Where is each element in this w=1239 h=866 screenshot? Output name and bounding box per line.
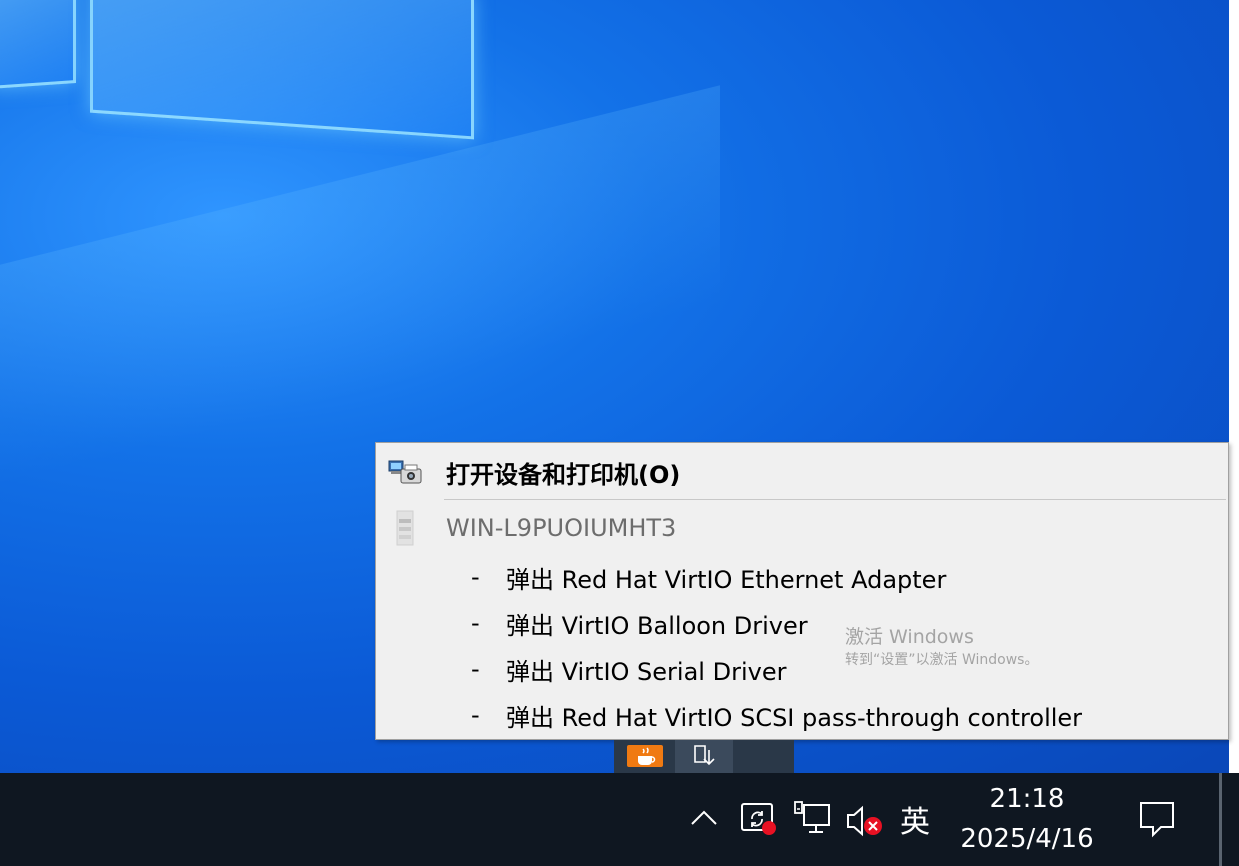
show-desktop-button[interactable] bbox=[1219, 773, 1222, 866]
eject-serial-label: 弹出 VirtIO Serial Driver bbox=[506, 657, 787, 686]
devices-printers-icon bbox=[376, 451, 434, 493]
open-devices-label: 打开设备和打印机(O) bbox=[446, 460, 681, 489]
sync-error-icon[interactable] bbox=[738, 798, 780, 840]
eject-scsi-controller-item[interactable]: - 弹出 Red Hat VirtIO SCSI pass-through co… bbox=[376, 694, 1228, 736]
eject-ethernet-label: 弹出 Red Hat VirtIO Ethernet Adapter bbox=[506, 565, 947, 594]
network-icon[interactable] bbox=[792, 800, 832, 838]
eject-scsi-label: 弹出 Red Hat VirtIO SCSI pass-through cont… bbox=[506, 703, 1083, 732]
windows-logo-pane-right bbox=[90, 0, 474, 140]
overflow-tray-strip bbox=[614, 740, 794, 773]
device-header-item: WIN-L9PUOIUMHT3 bbox=[376, 507, 1228, 549]
action-center-icon[interactable] bbox=[1134, 797, 1180, 841]
safely-remove-hardware-icon[interactable] bbox=[675, 740, 733, 773]
device-name-label: WIN-L9PUOIUMHT3 bbox=[446, 514, 677, 542]
chevron-up-icon[interactable] bbox=[686, 800, 722, 836]
clock-date: 2025/4/16 bbox=[960, 824, 1094, 854]
volume-muted-icon[interactable] bbox=[844, 802, 886, 840]
wallpaper-light-beam bbox=[0, 85, 720, 495]
menu-dash: - bbox=[471, 655, 480, 683]
eject-balloon-driver-item[interactable]: - 弹出 VirtIO Balloon Driver bbox=[376, 602, 1228, 644]
eject-ethernet-adapter-item[interactable]: - 弹出 Red Hat VirtIO Ethernet Adapter bbox=[376, 556, 1228, 598]
screen-edge-strip bbox=[1229, 0, 1239, 773]
eject-balloon-label: 弹出 VirtIO Balloon Driver bbox=[506, 611, 808, 640]
clock-time: 21:18 bbox=[989, 784, 1065, 814]
java-icon[interactable] bbox=[616, 740, 674, 773]
menu-dash: - bbox=[471, 701, 480, 729]
open-devices-and-printers-item[interactable]: 打开设备和打印机(O) bbox=[376, 451, 1228, 493]
safely-remove-hardware-menu: 打开设备和打印机(O) WIN-L9PUOIUMHT3 - 弹出 Red Hat… bbox=[375, 442, 1229, 740]
windows-logo-pane-left bbox=[0, 0, 76, 90]
taskbar-clock[interactable]: 21:18 2025/4/16 bbox=[952, 774, 1102, 859]
ime-language-indicator[interactable]: 英 bbox=[900, 797, 930, 841]
menu-dash: - bbox=[471, 609, 480, 637]
menu-dash: - bbox=[471, 563, 480, 591]
menu-separator bbox=[444, 499, 1226, 500]
eject-serial-driver-item[interactable]: - 弹出 VirtIO Serial Driver bbox=[376, 648, 1228, 690]
computer-device-icon bbox=[376, 507, 434, 549]
